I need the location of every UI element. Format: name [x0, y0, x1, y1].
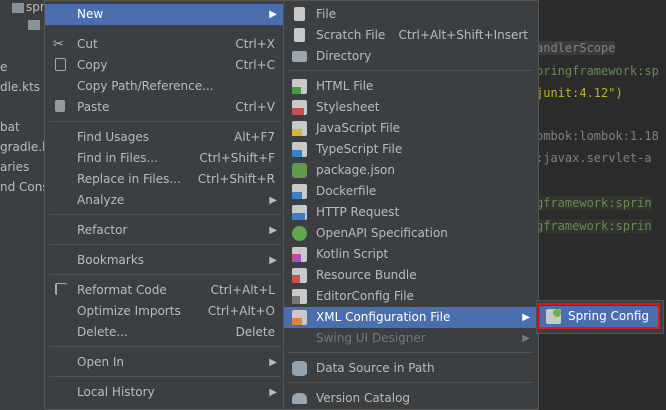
menu-separator [49, 346, 281, 347]
paste-icon [55, 100, 65, 112]
openapi-icon [292, 226, 307, 241]
menu-separator [49, 121, 281, 122]
menu-separator [49, 376, 281, 377]
menu-item-data-source-in-path[interactable]: Data Source in Path [284, 358, 538, 379]
menu-item-delete[interactable]: Delete... Delete [45, 322, 285, 343]
menu-item-optimize-imports[interactable]: Optimize Imports Ctrl+Alt+O [45, 301, 285, 322]
menu-item-http-request[interactable]: HTTP Request [284, 202, 538, 223]
menu-item-html-file[interactable]: HTML File [284, 76, 538, 97]
api-icon [292, 205, 307, 220]
file-icon [294, 7, 305, 21]
editorconfig-icon [292, 289, 307, 304]
folder-icon [12, 3, 24, 13]
menu-item-copy-path[interactable]: Copy Path/Reference... [45, 76, 285, 97]
code-editor[interactable]: andlerScope pringframework:sp junit:4.12… [536, 0, 666, 410]
context-menu: New ▶ ✂ Cut Ctrl+X Copy Ctrl+C Copy Path… [44, 0, 286, 410]
resource-bundle-icon [292, 268, 307, 283]
menu-item-openapi-specification[interactable]: OpenAPI Specification [284, 223, 538, 244]
scissors-icon: ✂ [53, 37, 64, 52]
folder-icon [28, 20, 40, 30]
menu-item-local-history[interactable]: Local History ▶ [45, 382, 285, 403]
menu-item-editorconfig-file[interactable]: EditorConfig File [284, 286, 538, 307]
menu-item-dockerfile[interactable]: Dockerfile [284, 181, 538, 202]
chevron-right-icon: ▶ [269, 255, 277, 266]
menu-item-swing-ui-designer: Swing UI Designer ▶ [284, 328, 538, 349]
chevron-right-icon: ▶ [522, 333, 530, 344]
menu-item-open-in[interactable]: Open In ▶ [45, 352, 285, 373]
kotlin-icon [292, 247, 307, 262]
menu-item-new[interactable]: New ▶ [45, 4, 285, 25]
menu-separator [288, 382, 534, 383]
code-line: gframework:sprin [536, 219, 652, 233]
reformat-icon [55, 283, 67, 295]
chevron-right-icon: ▶ [522, 312, 530, 323]
scratch-file-icon [294, 28, 305, 42]
tree-item[interactable]: bat [0, 120, 20, 134]
menu-item-copy[interactable]: Copy Ctrl+C [45, 55, 285, 76]
project-tree-panel: spr e dle.kts bat gradle.kt aries nd Con… [0, 0, 56, 410]
menu-item-xml-configuration-file[interactable]: XML Configuration File ▶ [284, 307, 538, 328]
code-line: andlerScope [536, 41, 616, 55]
menu-item-directory[interactable]: Directory [284, 46, 538, 67]
code-line: gframework:sprin [536, 196, 652, 210]
menu-item-find-usages[interactable]: Find Usages Alt+F7 [45, 127, 285, 148]
nodejs-icon [292, 163, 307, 178]
menu-item-reformat-code[interactable]: Reformat Code Ctrl+Alt+L [45, 280, 285, 301]
menu-item-find-in-files[interactable]: Find in Files... Ctrl+Shift+F [45, 148, 285, 169]
tree-item[interactable]: aries [0, 160, 29, 174]
menu-item-kotlin-script[interactable]: Kotlin Script [284, 244, 538, 265]
menu-separator [288, 70, 534, 71]
new-submenu: File Scratch File Ctrl+Alt+Shift+Insert … [283, 0, 539, 410]
xml-configuration-submenu: Spring Config [536, 300, 664, 334]
tree-item[interactable]: dle.kts [0, 80, 40, 94]
code-line: ombok:lombok:1.18 [536, 129, 659, 143]
css-file-icon [292, 100, 307, 115]
menu-separator [288, 352, 534, 353]
menu-separator [49, 274, 281, 275]
menu-separator [49, 214, 281, 215]
menu-item-analyze[interactable]: Analyze ▶ [45, 190, 285, 211]
html-file-icon [292, 79, 307, 94]
javascript-file-icon [292, 121, 307, 136]
database-icon [292, 361, 307, 376]
menu-item-scratch-file[interactable]: Scratch File Ctrl+Alt+Shift+Insert [284, 25, 538, 46]
folder-icon [292, 51, 307, 62]
menu-item-stylesheet[interactable]: Stylesheet [284, 97, 538, 118]
tree-item[interactable]: e [0, 60, 7, 74]
chevron-right-icon: ▶ [269, 225, 277, 236]
chevron-right-icon: ▶ [269, 9, 277, 20]
tree-item[interactable]: spr [26, 0, 45, 14]
elephant-icon [292, 393, 307, 404]
menu-separator [49, 244, 281, 245]
menu-item-refactor[interactable]: Refactor ▶ [45, 220, 285, 241]
chevron-right-icon: ▶ [269, 357, 277, 368]
chevron-right-icon: ▶ [269, 387, 277, 398]
typescript-file-icon [292, 142, 307, 157]
menu-item-typescript-file[interactable]: TypeScript File [284, 139, 538, 160]
menu-item-version-catalog[interactable]: Version Catalog [284, 388, 538, 409]
chevron-right-icon: ▶ [269, 195, 277, 206]
menu-item-paste[interactable]: Paste Ctrl+V [45, 97, 285, 118]
menu-item-cut[interactable]: ✂ Cut Ctrl+X [45, 34, 285, 55]
copy-icon [55, 58, 66, 71]
code-line: junit:4.12") [536, 86, 623, 100]
menu-item-package-json[interactable]: package.json [284, 160, 538, 181]
highlight-box [538, 303, 660, 329]
menu-item-javascript-file[interactable]: JavaScript File [284, 118, 538, 139]
code-line: :javax.servlet-a [536, 151, 652, 165]
menu-item-resource-bundle[interactable]: Resource Bundle [284, 265, 538, 286]
xml-file-icon [292, 310, 307, 325]
menu-item-bookmarks[interactable]: Bookmarks ▶ [45, 250, 285, 271]
code-line: pringframework:sp [536, 64, 659, 78]
docker-icon [292, 184, 307, 199]
menu-item-replace-in-files[interactable]: Replace in Files... Ctrl+Shift+R [45, 169, 285, 190]
menu-item-file[interactable]: File [284, 4, 538, 25]
